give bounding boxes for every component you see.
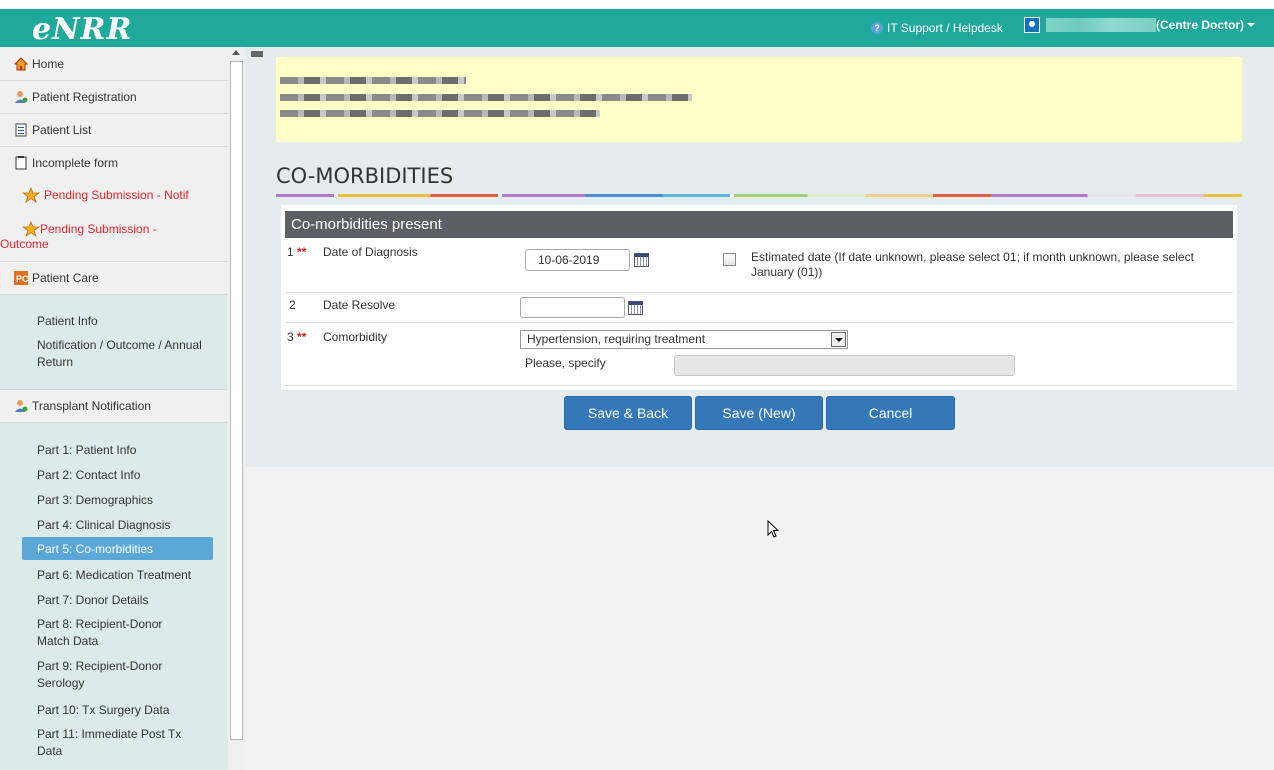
sidebar-item-transplant-notification[interactable]: Transplant Notification — [0, 389, 228, 423]
redacted-text — [280, 94, 692, 101]
sidebar-item-patient-care[interactable]: PC Patient Care — [0, 262, 228, 295]
row-number: 2 — [289, 298, 296, 312]
sidebar-scrollbar[interactable] — [228, 47, 245, 770]
sidebar-item-label: Transplant Notification — [32, 399, 151, 413]
sidebar-item-patient-list[interactable]: Patient List — [0, 114, 228, 147]
date-resolve-input[interactable] — [520, 297, 625, 318]
sidebar-subitem-patient-info[interactable]: Patient Info — [37, 313, 98, 330]
menu-toggle-icon[interactable] — [251, 51, 263, 57]
sidebar-subitem-part11[interactable]: Part 11: Immediate Post Tx Data — [37, 726, 187, 760]
mouse-cursor-icon — [767, 520, 780, 538]
sidebar-subitem-part1[interactable]: Part 1: Patient Info — [37, 442, 136, 459]
home-icon — [14, 56, 28, 70]
save-new-button[interactable]: Save (New) — [695, 396, 823, 430]
svg-text:PC: PC — [16, 274, 28, 284]
specify-label: Please, specify — [525, 356, 606, 370]
save-back-button[interactable]: Save & Back — [564, 396, 692, 430]
sidebar-item-label: Home — [32, 56, 65, 71]
form-icon — [15, 156, 27, 170]
sidebar-item-incomplete-form[interactable]: Incomplete form — [0, 147, 228, 180]
user-menu[interactable]: (Centre Doctor) — [1024, 17, 1256, 33]
main-empty-area — [245, 467, 1274, 770]
title-color-bar — [276, 194, 1242, 197]
row-divider — [285, 292, 1233, 293]
pc-icon: PC — [14, 271, 28, 285]
scrollbar-thumb[interactable] — [230, 61, 243, 740]
chevron-down-icon[interactable] — [831, 332, 846, 347]
required-marker: ** — [297, 330, 307, 344]
app-logo[interactable]: eNRR — [32, 12, 132, 47]
sidebar-subitem-part2[interactable]: Part 2: Contact Info — [37, 467, 140, 484]
sidebar-item-patient-registration[interactable]: Patient Registration — [0, 81, 228, 114]
user-add-icon — [15, 91, 28, 103]
sidebar-subitem-part8[interactable]: Part 8: Recipient-Donor Match Data — [37, 616, 187, 650]
estimated-date-label: Estimated date (If date unknown, please … — [751, 250, 1194, 279]
scroll-up-arrow-icon[interactable] — [232, 50, 240, 55]
panel-title: Co-morbidities present — [285, 211, 1233, 238]
sidebar-item-label: Pending Submission - Notif — [44, 188, 189, 202]
star-icon — [22, 187, 40, 203]
sidebar-item-home[interactable]: Home — [0, 47, 228, 81]
row-number: 3 ** — [287, 330, 307, 344]
row-divider — [285, 322, 1233, 323]
page-title: CO-MORBIDITIES — [276, 164, 454, 188]
sidebar-subitem-part5[interactable]: Part 5: Co-morbidities — [37, 541, 153, 558]
date-resolve-label: Date Resolve — [323, 298, 396, 312]
calendar-icon[interactable] — [628, 301, 643, 315]
sidebar-subitem-part4[interactable]: Part 4: Clinical Diagnosis — [37, 517, 170, 534]
comorbidity-selected-value: Hypertension, requiring treatment — [527, 332, 706, 346]
sidebar-subitem-part3[interactable]: Part 3: Demographics — [37, 492, 153, 509]
chevron-down-icon — [1247, 23, 1256, 27]
sidebar-item-pending-outcome[interactable]: Pending Submission - Outcome — [0, 219, 228, 262]
required-marker: ** — [297, 245, 307, 259]
sidebar-item-label: Pending Submission - Outcome — [0, 222, 157, 251]
specify-input[interactable] — [674, 355, 1015, 376]
sidebar-subitem-part6[interactable]: Part 6: Medication Treatment — [37, 567, 191, 584]
sidebar-item-label: Patient List — [32, 123, 92, 137]
sidebar-subitem-part10[interactable]: Part 10: Tx Surgery Data — [37, 702, 170, 719]
redacted-text — [280, 110, 600, 117]
calendar-icon[interactable] — [634, 253, 649, 267]
comorbidity-select[interactable]: Hypertension, requiring treatment — [520, 330, 848, 349]
patient-info-box — [276, 57, 1242, 142]
user-name-redacted — [1046, 18, 1156, 32]
sidebar-item-label: Patient Care — [32, 271, 99, 285]
clipboard-icon — [15, 123, 27, 137]
sidebar-subitem-notification-outcome[interactable]: Notification / Outcome / Annual Return — [37, 337, 207, 371]
row-number: 1 ** — [287, 245, 307, 259]
sidebar-item-label: Patient Registration — [32, 90, 137, 104]
helpdesk-label: IT Support / Helpdesk — [887, 21, 1003, 35]
date-of-diagnosis-input[interactable]: 10-06-2019 — [525, 249, 630, 271]
row-divider — [285, 385, 1233, 386]
estimated-date-checkbox[interactable] — [723, 253, 736, 266]
help-icon: ? — [871, 22, 883, 34]
sidebar-subitem-part7[interactable]: Part 7: Donor Details — [37, 592, 148, 609]
helpdesk-link[interactable]: ? IT Support / Helpdesk — [871, 21, 1003, 35]
user-role: (Centre Doctor) — [1156, 18, 1245, 32]
user-icon — [1024, 17, 1040, 33]
comorbidity-label: Comorbidity — [323, 330, 388, 344]
sidebar-item-pending-notif[interactable]: Pending Submission - Notif — [0, 181, 228, 209]
user-add-icon — [15, 400, 28, 412]
top-bar: eNRR ? IT Support / Helpdesk (Centre Doc… — [0, 9, 1274, 47]
sidebar-item-label: Incomplete form — [32, 156, 119, 170]
sidebar-subitem-part9[interactable]: Part 9: Recipient-Donor Serology — [37, 658, 187, 692]
date-of-diagnosis-label: Date of Diagnosis — [323, 245, 418, 259]
redacted-text — [280, 77, 466, 84]
cancel-button[interactable]: Cancel — [826, 396, 955, 430]
